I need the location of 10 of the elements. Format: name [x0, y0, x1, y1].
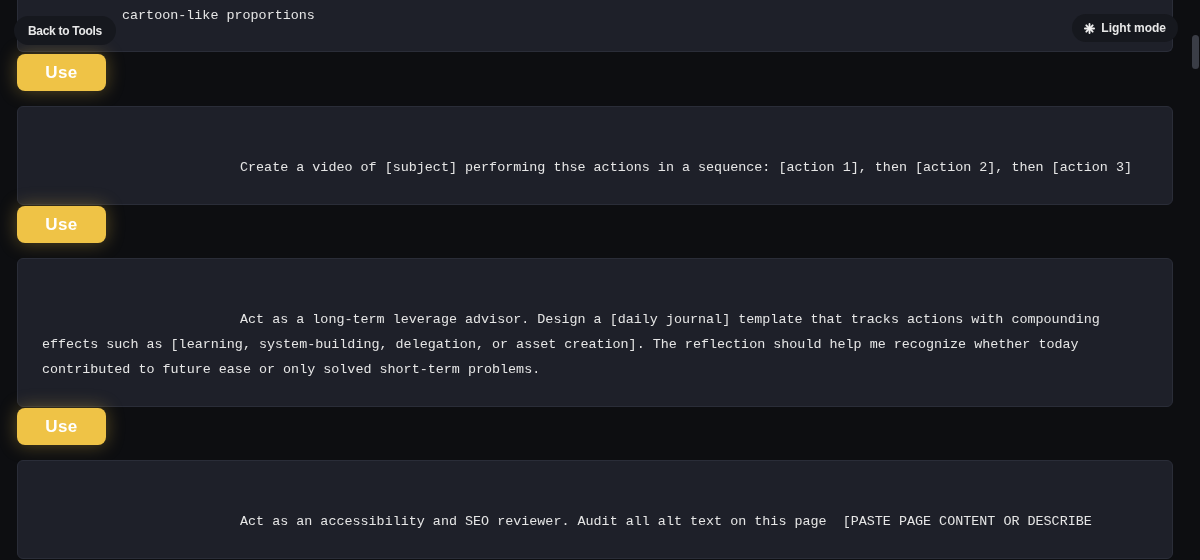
prompt-text: Create a video of [subject] performing thse actions in a sequence: [action 1], then [action 2], then [action 3]	[239, 159, 1133, 177]
sun-icon	[1084, 22, 1096, 34]
use-button[interactable]: Use	[17, 206, 106, 243]
use-button[interactable]: Use	[17, 54, 106, 91]
back-button[interactable]: Back to Tools	[14, 16, 116, 45]
scrollbar-thumb[interactable]	[1192, 35, 1199, 69]
use-button[interactable]: Use	[17, 408, 106, 445]
prompt-text: Act as a long-term leverage advisor. Design a [daily journal] template that tracks actions with compounding effects such as [learning, system-building, delegation, or asset creation]. The reflection should help me recognize whether today contributed to future ease or only solved short-term problems.	[42, 311, 1101, 379]
prompt-text: Act as an accessibility and SEO reviewer. Audit all alt text on this page [PASTE PAGE CONTENT OR DESCRIBE	[239, 513, 1093, 531]
theme-toggle-button[interactable]: Light mode	[1072, 14, 1178, 42]
